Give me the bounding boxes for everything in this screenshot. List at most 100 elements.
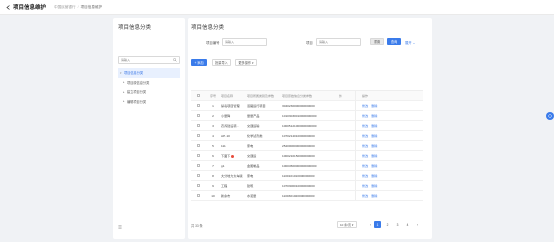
row-checkbox[interactable] (191, 104, 205, 107)
table-row[interactable]: 2 小量降 量量产品 10103030010000000000 修改 删除 (191, 111, 423, 121)
delete-link[interactable]: 删除 (371, 193, 377, 198)
caret-down-icon[interactable]: ▾ (120, 71, 123, 75)
collapse-panel-icon[interactable] (118, 225, 122, 230)
table-row[interactable]: 7 g1 金属制品 10004500000000000000 修改 删除 (191, 161, 423, 171)
project-code-input[interactable] (223, 39, 266, 45)
row-actions: 修改 删除 (355, 131, 385, 140)
edit-link[interactable]: 修改 (362, 133, 368, 138)
row-checkbox[interactable] (191, 114, 205, 117)
tree-item-root[interactable]: ▾ 项目信息分类 (118, 68, 180, 78)
select-all-checkbox[interactable] (191, 94, 205, 97)
row-checkbox[interactable] (191, 134, 205, 137)
edit-link[interactable]: 修改 (362, 103, 368, 108)
more-actions-button[interactable]: 更多操作 ▾ (235, 59, 257, 66)
page-title: 项目信息维护 (13, 5, 47, 11)
page-button-4[interactable]: 4 (404, 221, 411, 228)
caret-right-icon[interactable]: ▸ (123, 99, 126, 103)
delete-link[interactable]: 删除 (371, 103, 377, 108)
main-panel-title: 项目信息分类 (191, 25, 225, 31)
edit-link[interactable]: 修改 (362, 163, 368, 168)
delete-link[interactable]: 删除 (371, 183, 377, 188)
edit-link[interactable]: 修改 (362, 143, 368, 148)
tree-search-box[interactable] (118, 56, 180, 64)
next-page-button[interactable]: › (414, 221, 421, 228)
expand-link[interactable]: 展开 ⌄ (405, 40, 415, 45)
edit-link[interactable]: 修改 (362, 113, 368, 118)
row-checkbox[interactable] (191, 124, 205, 127)
table-body: 1 禁毒项目管理 道路运行项目 3040230000000000000 修改 删除 2 小量降… (191, 101, 423, 201)
caret-down-icon: ▾ (351, 222, 354, 227)
more-actions-label: 更多操作 (238, 61, 252, 65)
delete-link[interactable]: 删除 (371, 153, 377, 158)
row-checkbox[interactable] (191, 144, 205, 147)
delete-link[interactable]: 删除 (371, 123, 377, 128)
delete-link[interactable]: 删除 (371, 163, 377, 168)
row-index: 10 (211, 193, 215, 198)
row-actions: 修改 删除 (355, 111, 385, 120)
row-project-code: 1100301020000000000 (282, 193, 315, 198)
row-project-type: 家电 (247, 174, 254, 178)
tree-item[interactable]: ▸ 项目原信息分类 (118, 78, 180, 88)
row-checkbox[interactable] (191, 184, 205, 187)
row-project-code: 1070214010000000000 (282, 133, 315, 138)
edit-link[interactable]: 修改 (362, 123, 368, 128)
tree-item[interactable]: ▸ 建立项目分类 (118, 87, 180, 97)
row-checkbox[interactable] (191, 174, 205, 177)
tree-item-label: 项目信息分类 (124, 71, 144, 76)
help-float-button[interactable] (546, 112, 554, 120)
tree-item-label: 编辑项目分类 (127, 99, 147, 104)
row-actions: 修改 删除 (355, 191, 385, 200)
project-code-field[interactable] (222, 38, 267, 46)
edit-link[interactable]: 修改 (362, 193, 368, 198)
total-count: 共 33 条 (191, 224, 203, 228)
page-size-label: 10 条/页 (340, 222, 352, 227)
row-checkbox[interactable] (191, 154, 205, 157)
edit-link[interactable]: 修改 (362, 173, 368, 178)
query-button[interactable]: 查询 (387, 38, 401, 45)
table-row[interactable]: 9 工程 建筑 1070300010000000000 修改 删除 (191, 181, 423, 191)
tree-item[interactable]: ▸ 编辑项目分类 (118, 97, 180, 107)
tree-search-input[interactable] (119, 57, 171, 63)
row-actions: 修改 删除 (355, 161, 385, 170)
page-button-3[interactable]: 3 (394, 221, 401, 228)
delete-link[interactable]: 删除 (371, 173, 377, 178)
table-row[interactable]: 5 111 家电 2520000000000000000 修改 删除 (191, 141, 423, 151)
row-project-type: 水泥量 (247, 194, 257, 198)
breadcrumb-item: 项目信息维护 (80, 4, 103, 9)
row-project-type: 家电 (247, 144, 254, 148)
project-name-label: 项目 (306, 41, 313, 45)
project-name-input[interactable] (317, 39, 360, 45)
row-checkbox[interactable] (191, 164, 205, 167)
column-header: 项目原始信息分类参数 (282, 93, 313, 98)
caret-right-icon[interactable]: ▸ (123, 90, 126, 94)
row-checkbox[interactable] (191, 194, 205, 197)
table-row[interactable]: 8 大分地力大车版 家电 1100101010000000000 修改 删除 (191, 171, 423, 181)
delete-link[interactable]: 删除 (371, 113, 377, 118)
edit-link[interactable]: 修改 (362, 183, 368, 188)
table-row[interactable]: 6 下面下 交通运 1000210150000000000 修改 删除 (191, 151, 423, 161)
delete-link[interactable]: 删除 (371, 133, 377, 138)
page-button-2[interactable]: 2 (384, 221, 391, 228)
breadcrumb-separator: / (77, 5, 79, 9)
table-row[interactable]: 1 禁毒项目管理 道路运行项目 3040230000000000000 修改 删除 (191, 101, 423, 111)
top-bar: 项目信息维护 中国民营银行 / 项目信息维护 (0, 0, 554, 15)
caret-right-icon[interactable]: ▸ (123, 80, 126, 84)
batch-import-button[interactable]: 批量导入 (212, 59, 231, 66)
row-index: 6 (212, 153, 214, 158)
back-arrow-icon[interactable] (5, 4, 11, 10)
row-actions: 修改 删除 (355, 141, 385, 150)
chevron-down-icon: ⌄ (412, 40, 416, 45)
add-button[interactable]: + 添加 (191, 59, 207, 66)
table-row[interactable]: 4 AP..10 化学试剂类 1070214010000000000 修改 删除 (191, 131, 423, 141)
page-button-1[interactable]: 1 (374, 221, 381, 228)
breadcrumb-item[interactable]: 中国民营银行 (54, 5, 76, 10)
reset-button[interactable]: 重置 (370, 38, 384, 45)
prev-page-button[interactable]: ‹ (367, 221, 374, 228)
delete-link[interactable]: 删除 (371, 143, 377, 148)
page-size-select[interactable]: 10 条/页 ▾ (337, 221, 357, 228)
edit-link[interactable]: 修改 (362, 153, 368, 158)
search-icon[interactable] (173, 58, 177, 63)
table-row[interactable]: 3 农养建设项... 交通运输 10005121000000000000 修改 删除 (191, 121, 423, 131)
project-name-field[interactable] (316, 38, 361, 46)
table-row[interactable]: 10 新余市 水泥量 1100301020000000000 修改 删除 (191, 191, 423, 201)
